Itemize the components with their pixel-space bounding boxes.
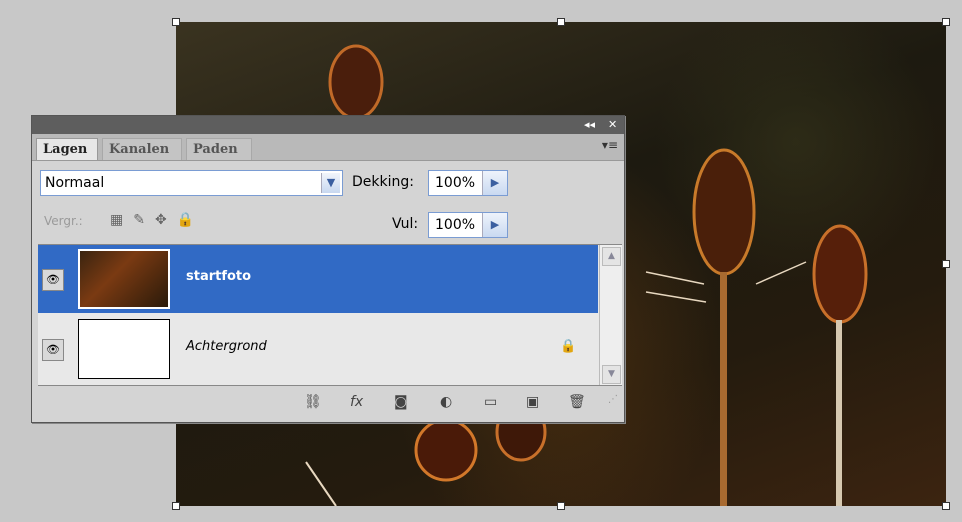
chevron-down-icon[interactable]: ▼ — [321, 173, 340, 193]
mask-icon[interactable]: ◙ — [394, 394, 408, 410]
layers-list: 👁 startfoto 👁 Achtergrond 🔒 ▲ ▼ — [38, 244, 622, 386]
collapse-icon[interactable]: ◂◂ — [584, 118, 595, 131]
transform-handle-bc[interactable] — [557, 502, 565, 510]
layer-thumbnail — [78, 319, 170, 379]
scroll-up-icon[interactable]: ▲ — [602, 247, 621, 266]
layer-startfoto[interactable]: 👁 startfoto — [38, 245, 598, 313]
adjustment-icon[interactable]: ◐ — [440, 394, 452, 410]
lock-paint-icon[interactable]: ✎ — [133, 212, 155, 228]
scroll-down-icon[interactable]: ▼ — [602, 365, 621, 384]
blend-mode-select[interactable]: Normaal ▼ — [40, 170, 343, 196]
lock-move-icon[interactable]: ✥ — [155, 212, 177, 228]
layer-name: startfoto — [186, 269, 252, 284]
trash-icon[interactable]: 🗑 — [568, 394, 586, 410]
opacity-value: 100% — [435, 175, 476, 191]
visibility-eye-icon[interactable]: 👁 — [42, 269, 64, 291]
new-layer-icon[interactable]: ▣ — [526, 394, 539, 410]
lock-icons: ▦✎✥🔒 — [110, 212, 204, 228]
fill-slider-arrow-icon[interactable]: ▶ — [482, 213, 507, 237]
tab-paden[interactable]: Paden — [186, 138, 252, 160]
tab-kanalen[interactable]: Kanalen — [102, 138, 182, 160]
close-icon[interactable]: ✕ — [608, 118, 617, 131]
transform-handle-br[interactable] — [942, 502, 950, 510]
transform-handle-tc[interactable] — [557, 18, 565, 26]
transform-handle-bl[interactable] — [172, 502, 180, 510]
fx-icon[interactable]: fx — [350, 394, 363, 410]
lock-all-icon[interactable]: 🔒 — [177, 212, 204, 228]
layer-achtergrond[interactable]: 👁 Achtergrond 🔒 — [38, 315, 598, 383]
layer-lock-icon: 🔒 — [560, 339, 577, 354]
transform-handle-mr[interactable] — [942, 260, 950, 268]
layer-name: Achtergrond — [186, 339, 267, 354]
opacity-slider-arrow-icon[interactable]: ▶ — [482, 171, 507, 195]
visibility-eye-icon[interactable]: 👁 — [42, 339, 64, 361]
resize-grip-icon[interactable]: ⋰ — [608, 394, 618, 405]
opacity-field[interactable]: 100% ▶ — [428, 170, 508, 196]
fill-label: Vul: — [392, 216, 419, 232]
lock-transparent-icon[interactable]: ▦ — [110, 212, 133, 228]
layers-scrollbar[interactable]: ▲ ▼ — [599, 245, 622, 385]
group-folder-icon[interactable]: ▭ — [484, 394, 497, 410]
transform-handle-tl[interactable] — [172, 18, 180, 26]
panel-menu-icon[interactable]: ▾≡ — [602, 138, 618, 152]
transform-handle-tr[interactable] — [942, 18, 950, 26]
panel-bottom-toolbar: ⛓ fx ◙ ◐ ▭ ▣ 🗑 ⋰ — [32, 390, 624, 420]
layers-panel: ◂◂ ✕ Lagen Kanalen Paden ▾≡ Normaal ▼ De… — [31, 115, 625, 423]
tab-lagen[interactable]: Lagen — [36, 138, 98, 160]
opacity-label: Dekking: — [352, 174, 414, 190]
panel-titlebar[interactable]: ◂◂ ✕ — [32, 116, 624, 134]
fill-value: 100% — [435, 217, 476, 233]
panel-tabs: Lagen Kanalen Paden ▾≡ — [32, 134, 624, 161]
blend-mode-value: Normaal — [45, 175, 105, 191]
lock-label: Vergr.: — [44, 214, 83, 228]
layer-thumbnail — [78, 249, 170, 309]
fill-field[interactable]: 100% ▶ — [428, 212, 508, 238]
link-icon[interactable]: ⛓ — [304, 394, 322, 410]
